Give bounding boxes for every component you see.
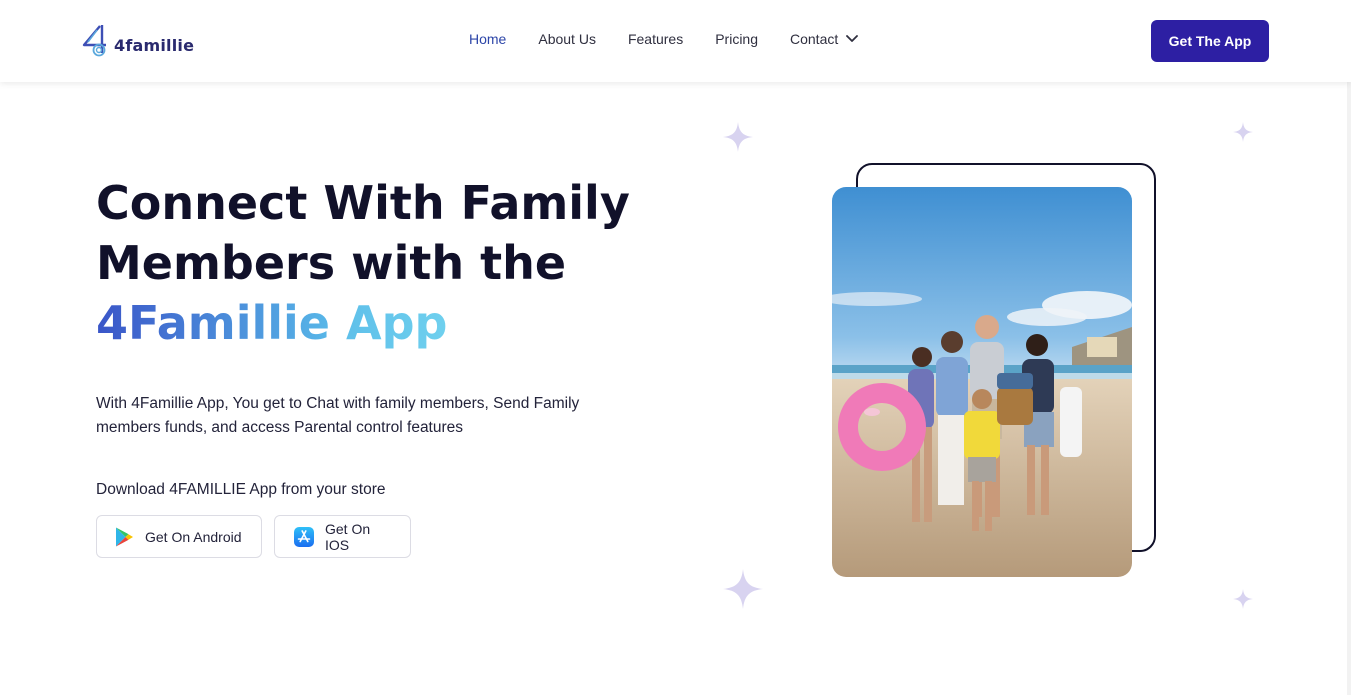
brand-logo[interactable]: 4famillie [80,22,194,60]
nav-pricing[interactable]: Pricing [715,31,758,47]
nav-about-us[interactable]: About Us [538,31,596,47]
download-label: Download 4FAMILLIE App from your store [96,481,386,498]
ios-label: Get On IOS [325,520,371,553]
nav-contact[interactable]: Contact [790,31,838,47]
sparkle-icon [1233,122,1253,142]
hero-description: With 4Famillie App, You get to Chat with… [96,395,580,436]
hero-title: Connect With Family Members with the 4Fa… [96,173,656,353]
nav-contact-dropdown[interactable]: Contact [790,31,859,47]
hero-title-brand: 4Famillie App [96,296,447,350]
sparkle-icon [1233,589,1253,609]
get-on-ios-button[interactable]: Get On IOS [274,515,411,558]
hero-title-line-1: Connect With Family [96,176,630,230]
chevron-down-icon [846,35,859,42]
hero-title-highlight-2: App [346,296,448,350]
page-scrollbar[interactable] [1347,0,1351,695]
get-the-app-button[interactable]: Get The App [1151,20,1269,62]
google-play-icon [116,527,133,546]
hero-title-line-2: Members with the [96,236,567,290]
app-store-icon [294,526,314,547]
android-label: Get On Android [145,528,242,545]
sparkle-icon [723,569,763,609]
get-on-android-button[interactable]: Get On Android [96,515,262,558]
family-photo-illustration [832,187,1132,577]
nav-home[interactable]: Home [469,31,506,47]
top-navbar: 4famillie Home About Us Features Pricing… [0,0,1351,82]
family-beach-photo [832,187,1132,577]
nav-features[interactable]: Features [628,31,683,47]
main-nav: Home About Us Features Pricing Contact [469,31,859,47]
sparkle-icon [723,122,753,152]
hero-title-highlight-1: 4Famillie [96,296,330,350]
logo-text: 4famillie [114,35,195,55]
logo-icon [82,25,106,57]
